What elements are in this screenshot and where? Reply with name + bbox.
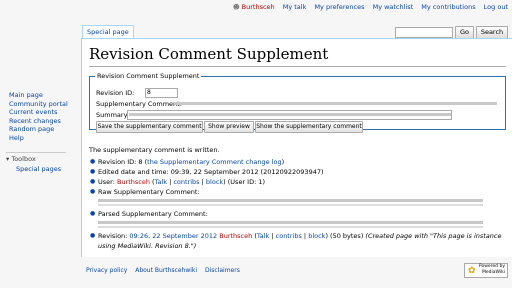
sidebar-navigation: Main page Community portal Current event… xyxy=(9,91,68,142)
summary-label: Summary: xyxy=(96,111,130,119)
show-preview-button[interactable]: Show preview xyxy=(204,121,254,133)
my-watchlist-link[interactable]: My watchlist xyxy=(373,3,414,11)
save-supplementary-comment-button[interactable]: Save the supplementary comment xyxy=(96,121,203,133)
user-link[interactable]: Burthsceh xyxy=(117,178,150,186)
revision-id-input[interactable]: 8 xyxy=(145,88,178,98)
edited-date: Edited date and time: 09:39, 22 Septembe… xyxy=(98,168,324,176)
list-item: ● Revision: 09:26, 22 September 2012 Burt… xyxy=(90,232,502,250)
list-item: ● Revision ID: 8 (the Supplementary Comme… xyxy=(90,158,285,166)
toolbox-heading-label: Toolbox xyxy=(11,155,36,163)
revision-user-link[interactable]: Burthsceh xyxy=(219,232,252,240)
mediawiki-logo-icon: ✿ xyxy=(468,266,476,276)
log-out-link[interactable]: Log out xyxy=(484,3,508,11)
disclaimers-link[interactable]: Disclaimers xyxy=(205,267,240,274)
bullet-icon: ● xyxy=(90,178,96,185)
bullet-icon: ● xyxy=(90,210,96,217)
personal-tools: ☻ Burthsceh My talk My preferences My wat… xyxy=(233,3,508,11)
title-divider xyxy=(89,66,506,67)
raw-comment-value xyxy=(98,199,483,202)
result-message: The supplementary comment is written. xyxy=(89,146,220,154)
revision-contribs-link[interactable]: contribs xyxy=(276,232,302,240)
my-talk-link[interactable]: My talk xyxy=(283,3,307,11)
sidebar-item-main-page[interactable]: Main page xyxy=(9,91,68,100)
sidebar-item-help[interactable]: Help xyxy=(9,134,68,143)
result-list: ● Revision ID: 8 (the Supplementary Comme… xyxy=(89,157,509,251)
my-preferences-link[interactable]: My preferences xyxy=(314,3,364,11)
list-item: ● Edited date and time: 09:39, 22 Septemb… xyxy=(89,167,509,177)
footer: Privacy policy About Burthscehwiki Discl… xyxy=(86,267,240,274)
tab-special-page-label[interactable]: Special page xyxy=(87,28,129,36)
bullet-icon: ● xyxy=(90,232,96,239)
list-item: ● User: Burthsceh (Talk | contribs | bloc… xyxy=(90,178,266,186)
triangle-down-icon: ▾ xyxy=(6,155,10,163)
user-talk-link[interactable]: Talk xyxy=(155,178,167,186)
user-icon: ☻ xyxy=(232,3,240,11)
page-title: Revision Comment Supplement xyxy=(89,45,329,63)
summary-input[interactable] xyxy=(127,110,452,120)
username-link[interactable]: Burthsceh xyxy=(242,3,275,11)
bullet-icon: ● xyxy=(90,158,96,165)
show-supplementary-comment-button[interactable]: Show the supplementary comment xyxy=(255,121,363,133)
powered-by-mediawiki-badge[interactable]: ✿ Powered by MediaWiki xyxy=(464,263,508,278)
my-contributions-link[interactable]: My contributions xyxy=(421,3,475,11)
user-contribs-link[interactable]: contribs xyxy=(173,178,199,186)
revision-time-link[interactable]: 09:26, 22 September 2012 xyxy=(129,232,217,240)
user-block-link[interactable]: block xyxy=(206,178,223,186)
privacy-policy-link[interactable]: Privacy policy xyxy=(86,267,127,274)
revision-id-label: Revision ID: xyxy=(96,89,135,97)
form-legend: Revision Comment Supplement xyxy=(97,72,200,80)
toolbox-heading[interactable]: ▾ Toolbox xyxy=(6,155,36,163)
parsed-comment-value-line xyxy=(98,226,483,228)
change-log-link[interactable]: the Supplementary Comment change log xyxy=(147,158,281,166)
parsed-comment-label: Parsed Supplementary Comment: xyxy=(98,210,208,218)
supplementary-comment-label: Supplementary Comment: xyxy=(96,100,182,108)
about-link[interactable]: About Burthscehwiki xyxy=(135,267,197,274)
list-item: ● Raw Supplementary Comment: xyxy=(89,187,509,197)
search-input[interactable] xyxy=(395,27,453,38)
summary-value-bar xyxy=(129,113,451,116)
sidebar-item-community-portal[interactable]: Community portal xyxy=(9,100,68,109)
revision-talk-link[interactable]: Talk xyxy=(257,232,269,240)
bullet-icon: ● xyxy=(90,188,96,195)
parsed-comment-value xyxy=(98,221,483,224)
list-item: ● Parsed Supplementary Comment: xyxy=(89,209,509,219)
supplementary-comment-input[interactable] xyxy=(174,102,497,105)
tab-special-page[interactable]: Special page xyxy=(82,25,134,38)
sidebar-divider xyxy=(6,152,66,153)
content-area: Revision Comment Supplement Revision Com… xyxy=(81,38,512,257)
sidebar-item-random-page[interactable]: Random page xyxy=(9,125,68,134)
revision-block-link[interactable]: block xyxy=(308,232,325,240)
bullet-icon: ● xyxy=(90,168,96,175)
raw-comment-label: Raw Supplementary Comment: xyxy=(98,188,200,196)
sidebar-item-special-pages[interactable]: Special pages xyxy=(16,165,61,173)
raw-comment-value-line xyxy=(98,204,483,206)
sidebar-item-current-events[interactable]: Current events xyxy=(9,108,68,117)
sidebar-item-recent-changes[interactable]: Recent changes xyxy=(9,117,68,126)
